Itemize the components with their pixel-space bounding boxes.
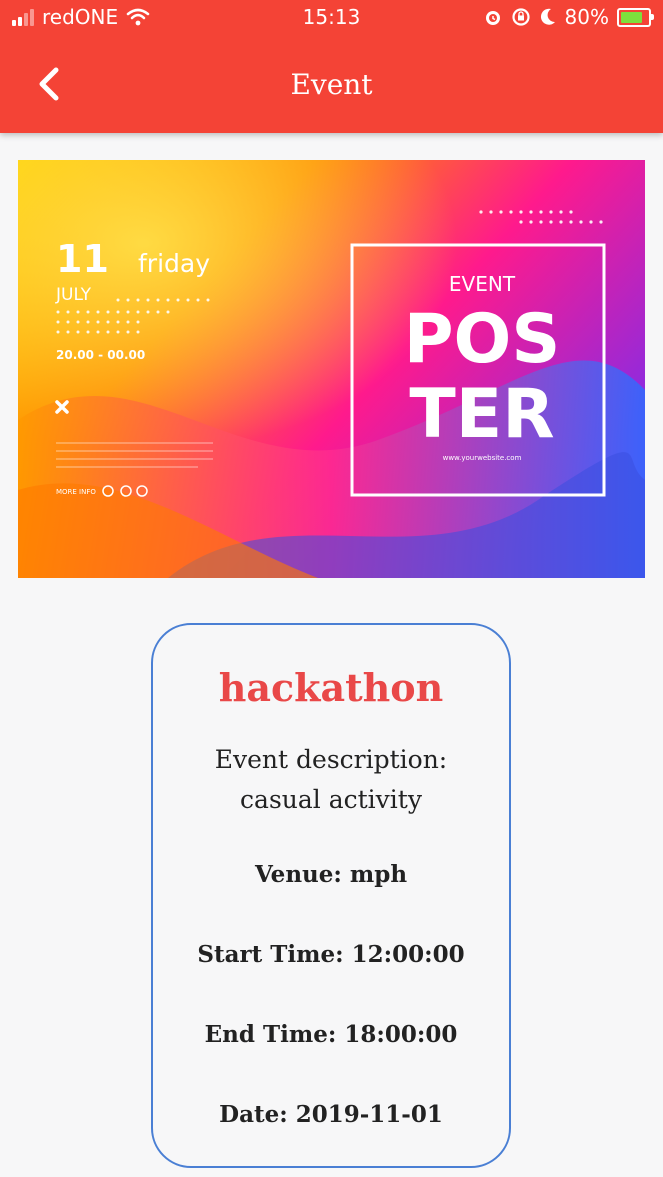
- poster-time-range: 20.00 - 00.00: [56, 348, 145, 362]
- poster-more-info: MORE INFO: [56, 488, 96, 496]
- event-venue: Venue: mph: [254, 861, 408, 888]
- event-poster-image: 11 friday JULY 20.00 - 00.00 MORE INFO E…: [18, 160, 645, 578]
- moon-icon: [540, 8, 555, 25]
- alarm-icon: [485, 11, 500, 25]
- status-bar: redONE 15:13 80%: [0, 0, 663, 36]
- page-title: Event: [290, 68, 373, 101]
- event-description: Event description: casual activity: [153, 740, 509, 820]
- poster-weekday: friday: [138, 249, 210, 278]
- battery-percent: 80%: [564, 5, 609, 29]
- poster-big-line-2: TER: [409, 375, 554, 454]
- poster-big-line-1: POS: [404, 300, 561, 379]
- event-end-time: End Time: 18:00:00: [204, 1021, 458, 1048]
- description-label: Event description:: [214, 745, 448, 774]
- battery-icon: [617, 7, 654, 27]
- poster-event-word: EVENT: [449, 272, 516, 296]
- app-bar: redONE 15:13 80% Event: [0, 0, 663, 133]
- poster-day: 11: [56, 237, 109, 281]
- event-details-card: hackathon Event description: casual acti…: [151, 623, 511, 1168]
- poster-month: JULY: [55, 285, 92, 305]
- description-value: casual activity: [240, 785, 422, 814]
- rotation-lock-icon: [511, 8, 530, 26]
- event-date: Date: 2019-11-01: [219, 1101, 443, 1128]
- event-name: hackathon: [218, 665, 444, 710]
- event-start-time: Start Time: 12:00:00: [197, 941, 465, 968]
- poster-website: www.yourwebsite.com: [443, 454, 522, 462]
